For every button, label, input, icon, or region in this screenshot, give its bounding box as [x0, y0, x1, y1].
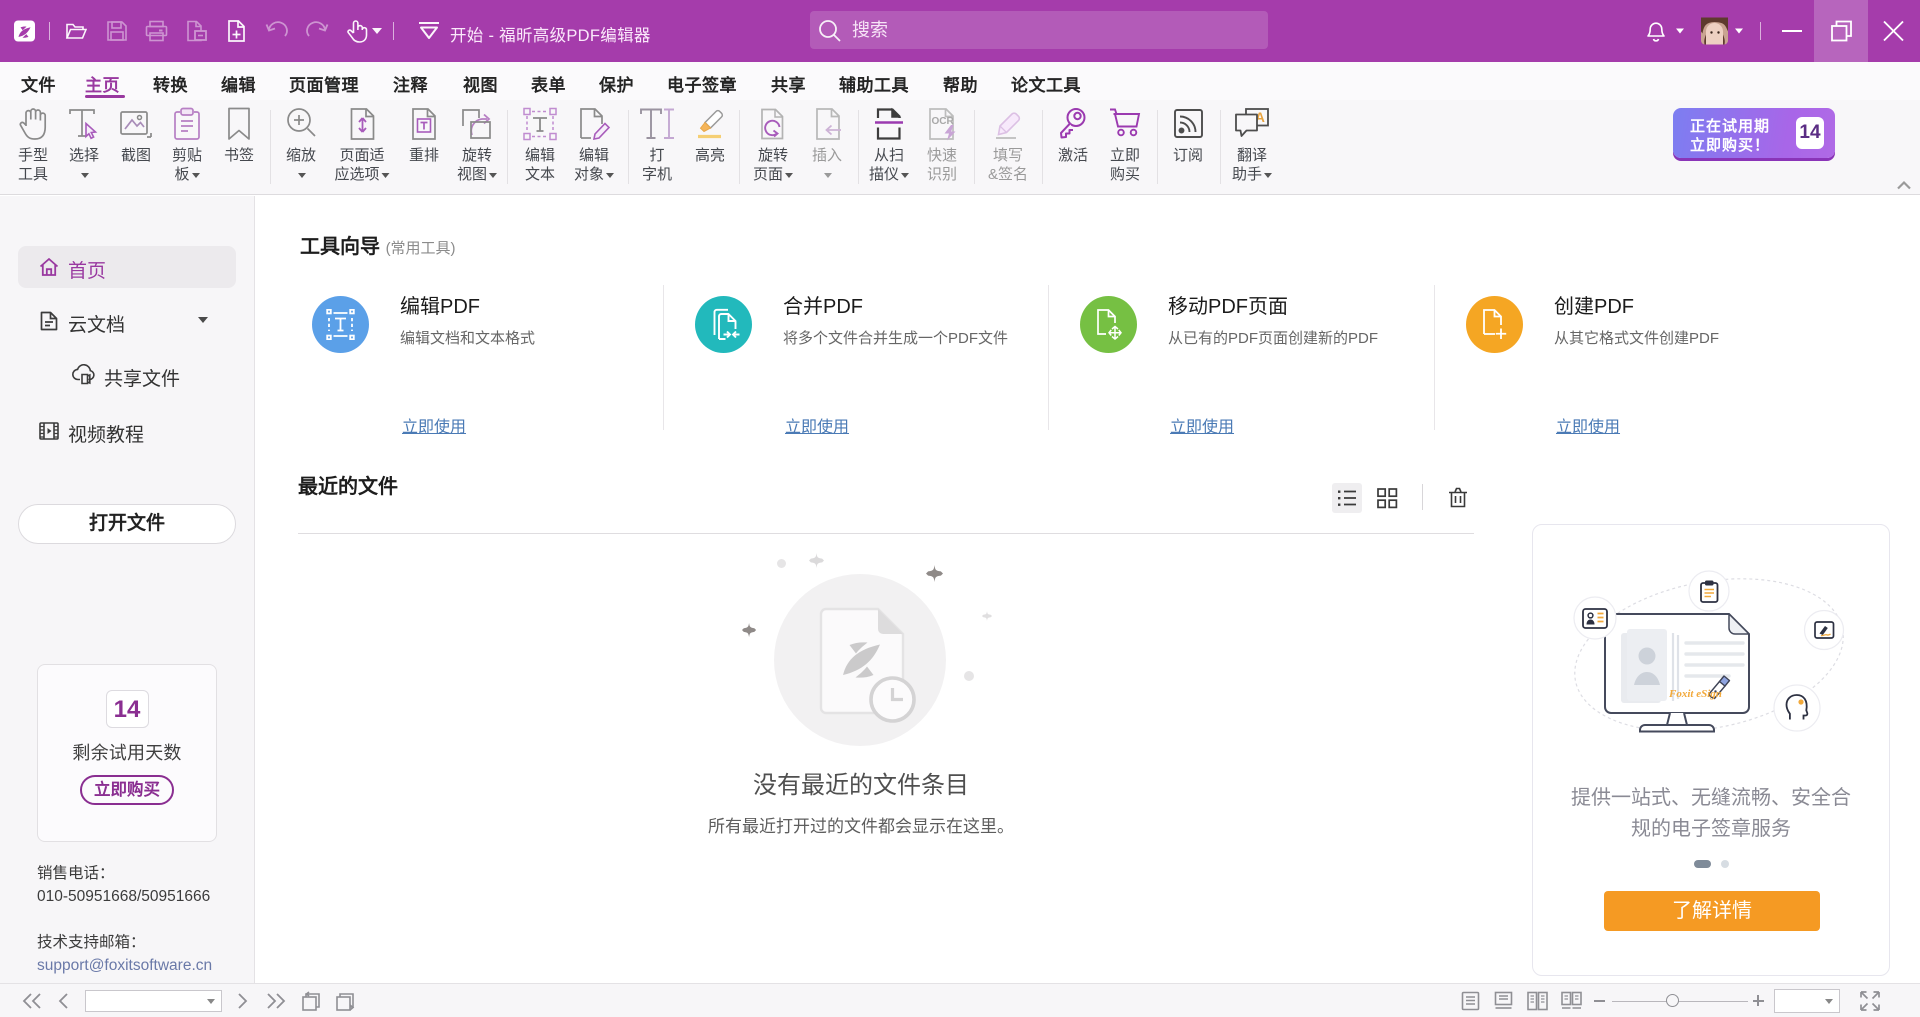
svg-text:Foxit eSign: Foxit eSign: [1668, 688, 1722, 700]
